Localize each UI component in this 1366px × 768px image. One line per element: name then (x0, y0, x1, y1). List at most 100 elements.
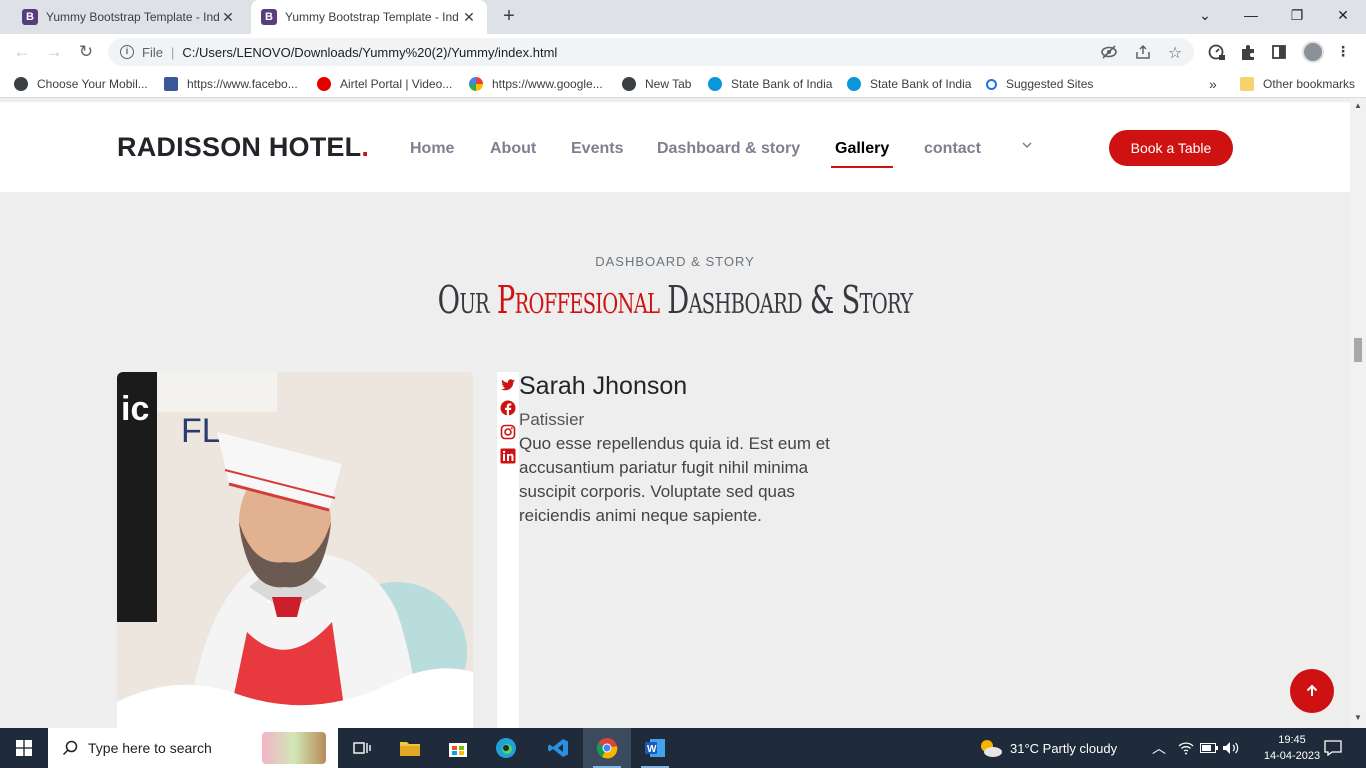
scrollbar-thumb[interactable] (1354, 338, 1362, 362)
bookmark-item[interactable]: Choose Your Mobil... (14, 76, 148, 92)
share-icon[interactable] (1134, 43, 1152, 61)
url-text[interactable]: C:/Users/LENOVO/Downloads/Yummy%20(2)/Yu… (182, 45, 557, 60)
minimize-button[interactable]: — (1228, 0, 1274, 30)
globe-icon (14, 77, 28, 91)
performance-icon[interactable] (1207, 43, 1225, 61)
site-logo[interactable]: RADISSON HOTEL. (117, 132, 369, 163)
battery-icon[interactable] (1200, 728, 1218, 768)
address-bar[interactable]: i File | C:/Users/LENOVO/Downloads/Yummy… (108, 38, 1194, 66)
reload-icon[interactable]: ↻ (74, 40, 98, 64)
bookmark-label: State Bank of India (870, 77, 972, 91)
browser-tab-active[interactable]: B Yummy Bootstrap Template - Ind ✕ (251, 0, 487, 34)
tracking-eye-icon[interactable] (1100, 43, 1118, 61)
nav-events[interactable]: Events (571, 140, 623, 158)
other-bookmarks-folder[interactable]: Other bookmarks (1240, 76, 1355, 92)
scheme-label: File (142, 44, 163, 60)
weather-text: 31°C Partly cloudy (1010, 740, 1118, 756)
close-window-button[interactable]: ✕ (1320, 0, 1366, 30)
menu-kebab-icon[interactable]: ⋮ (1334, 43, 1352, 61)
close-tab-icon[interactable]: ✕ (220, 9, 236, 26)
browser-tabstrip: B Yummy Bootstrap Template - Ind ✕ B Yum… (0, 0, 1366, 34)
bookmarks-bar: Choose Your Mobil... https://www.facebo.… (0, 70, 1366, 98)
tab-search-icon[interactable]: ⌄ (1182, 0, 1228, 30)
logo-text: RADISSON HOTEL (117, 132, 362, 162)
task-view-icon[interactable] (338, 728, 386, 768)
file-explorer-icon[interactable] (386, 728, 434, 768)
word-icon[interactable]: W (631, 728, 679, 768)
svg-text:ic: ic (121, 390, 149, 428)
chef-photo: ic FL (117, 372, 473, 728)
scroll-down-arrow-icon[interactable]: ▼ (1354, 714, 1362, 722)
sbi-icon (847, 77, 861, 91)
member-role: Patissier (519, 410, 585, 429)
title-prefix: Our (437, 278, 497, 322)
bookmarks-overflow-button[interactable]: » (1209, 76, 1217, 92)
browser-tab[interactable]: B Yummy Bootstrap Template - Ind ✕ (12, 0, 246, 34)
twitter-icon[interactable] (500, 377, 516, 393)
bookmark-label: Choose Your Mobil... (37, 77, 148, 91)
bookmark-item[interactable]: https://www.google... (469, 76, 603, 92)
linkedin-icon[interactable] (500, 448, 516, 464)
section-title: Our Proffesional Dashboard & Story (189, 278, 1161, 322)
side-panel-icon[interactable] (1270, 43, 1288, 61)
book-table-button[interactable]: Book a Table (1109, 130, 1233, 166)
facebook-icon (164, 77, 178, 91)
taskbar-search-box[interactable]: Type here to search (48, 728, 338, 768)
clock-date: 14-04-2023 (1263, 750, 1321, 762)
bookmark-item[interactable]: State Bank of India (847, 76, 971, 92)
bookmark-label: New Tab (645, 77, 692, 91)
instagram-icon[interactable] (500, 424, 516, 440)
site-header: RADISSON HOTEL. Home About Events Dashbo… (0, 102, 1350, 192)
taskbar-clock[interactable]: 19:45 14-04-2023 (1262, 732, 1322, 764)
svg-text:W: W (647, 744, 657, 755)
extensions-puzzle-icon[interactable] (1239, 43, 1257, 61)
site-info-icon[interactable]: i (120, 45, 134, 59)
member-name: Sarah Jhonson (519, 372, 688, 400)
chevron-down-icon[interactable] (1021, 138, 1033, 154)
weather-widget[interactable]: 31°C Partly cloudy (978, 728, 1117, 768)
new-tab-button[interactable]: + (498, 6, 520, 28)
partly-cloudy-icon (981, 740, 1002, 757)
vscode-icon[interactable] (534, 728, 582, 768)
close-tab-icon[interactable]: ✕ (461, 9, 477, 26)
bookmark-item[interactable]: https://www.facebo... (164, 76, 298, 92)
volume-icon[interactable] (1222, 728, 1240, 768)
bookmark-item[interactable]: New Tab (622, 76, 691, 92)
nav-about[interactable]: About (490, 140, 536, 158)
scroll-top-button[interactable] (1290, 669, 1334, 713)
bookmark-label: https://www.facebo... (187, 77, 298, 91)
bookmark-item[interactable]: Suggested Sites (986, 76, 1093, 92)
search-highlight-image (262, 732, 326, 764)
notifications-icon[interactable] (1324, 728, 1342, 768)
bookmark-star-icon[interactable]: ☆ (1166, 43, 1184, 62)
bookmark-label: Airtel Portal | Video... (340, 77, 453, 91)
scroll-up-arrow-icon[interactable]: ▲ (1354, 102, 1362, 110)
member-bio: Quo esse repellendus quia id. Est eum et… (519, 434, 830, 525)
social-links (497, 372, 519, 728)
edge-browser-icon[interactable] (482, 728, 530, 768)
google-icon (469, 77, 483, 91)
forward-icon[interactable]: → (42, 40, 66, 64)
bookmark-item[interactable]: Airtel Portal | Video... (317, 76, 452, 92)
wifi-icon[interactable] (1178, 728, 1194, 768)
nav-home[interactable]: Home (410, 140, 454, 158)
back-icon[interactable]: ← (10, 40, 34, 64)
chrome-icon[interactable] (583, 728, 631, 768)
facebook-icon[interactable] (500, 400, 516, 416)
address-separator: | (170, 44, 175, 60)
chevron-up-icon[interactable]: ︿ (1152, 728, 1166, 768)
search-icon (986, 78, 997, 90)
folder-icon (1240, 77, 1254, 91)
microsoft-store-icon[interactable] (434, 728, 482, 768)
windows-start-icon[interactable] (0, 728, 48, 768)
nav-gallery[interactable]: Gallery (835, 140, 889, 158)
logo-dot: . (361, 132, 370, 162)
bookmark-item[interactable]: State Bank of India (708, 76, 832, 92)
restore-button[interactable]: ❐ (1274, 0, 1320, 30)
profile-avatar[interactable] (1302, 41, 1324, 63)
bookmark-label: State Bank of India (731, 77, 833, 91)
title-suffix: Dashboard & Story (659, 278, 913, 322)
page-scrollbar[interactable]: ▲ ▼ (1350, 98, 1366, 728)
nav-contact[interactable]: contact (924, 140, 981, 158)
nav-dashboard-story[interactable]: Dashboard & story (657, 140, 800, 158)
